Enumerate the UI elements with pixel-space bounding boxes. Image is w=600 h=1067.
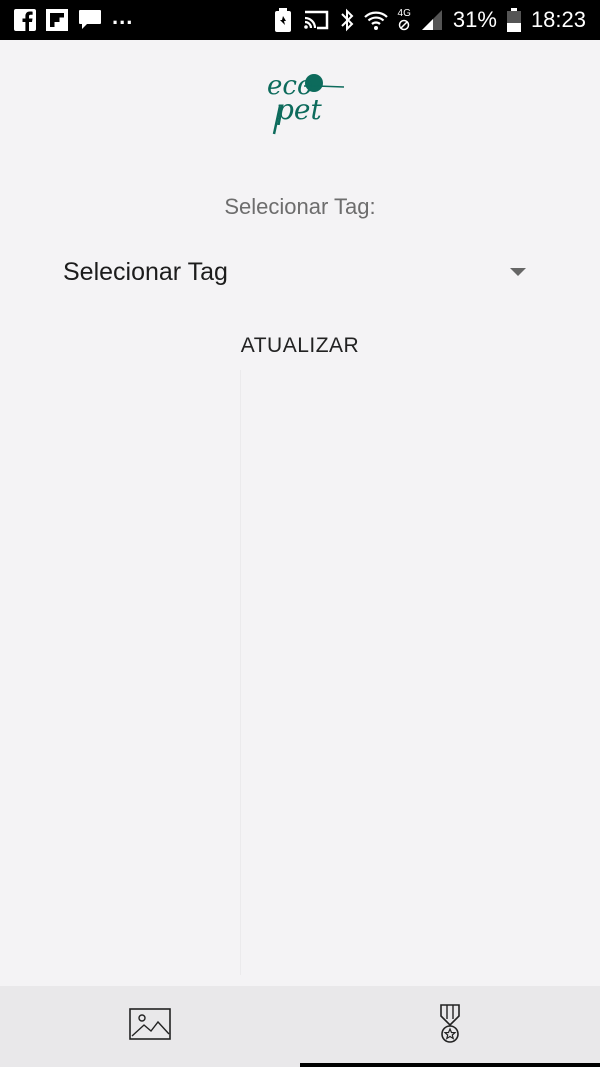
status-bar: ... 4G 31% 18:23 — [0, 0, 600, 40]
bottom-nav — [0, 986, 600, 1067]
clock: 18:23 — [530, 7, 586, 32]
select-tag-label: Selecionar Tag: — [224, 194, 376, 219]
tag-dropdown-value: Selecionar Tag — [63, 257, 228, 286]
network-label: 4G — [397, 8, 411, 19]
bluetooth-icon — [340, 8, 354, 32]
update-button[interactable]: ATUALIZAR — [200, 326, 400, 366]
tab-medals[interactable] — [300, 986, 600, 1067]
overflow-indicator: ... — [112, 4, 134, 29]
facebook-icon — [14, 9, 36, 31]
cast-icon — [302, 9, 330, 31]
status-right: 4G 31% 18:23 — [274, 7, 586, 33]
message-icon — [78, 9, 102, 31]
network-4g-icon: 4G — [398, 9, 411, 31]
medal-icon — [438, 1004, 462, 1049]
tab-gallery[interactable] — [0, 986, 300, 1067]
status-left: ... — [14, 4, 133, 31]
chevron-down-icon — [510, 268, 526, 276]
logo-text-bottom: pet — [276, 93, 322, 126]
recycle-icon — [274, 8, 292, 32]
tag-dropdown[interactable]: Selecionar Tag — [63, 252, 529, 292]
ecopet-logo: eco pet — [262, 66, 348, 138]
image-icon — [129, 1008, 171, 1045]
battery-icon — [506, 8, 521, 32]
app-screen: ... 4G 31% 18:23 eco pet Selecionar Tag:… — [0, 0, 600, 1067]
battery-percent: 31% — [452, 7, 497, 32]
content-divider — [240, 370, 241, 975]
flipboard-icon — [46, 9, 68, 31]
signal-icon — [421, 9, 443, 31]
wifi-icon — [363, 9, 388, 31]
